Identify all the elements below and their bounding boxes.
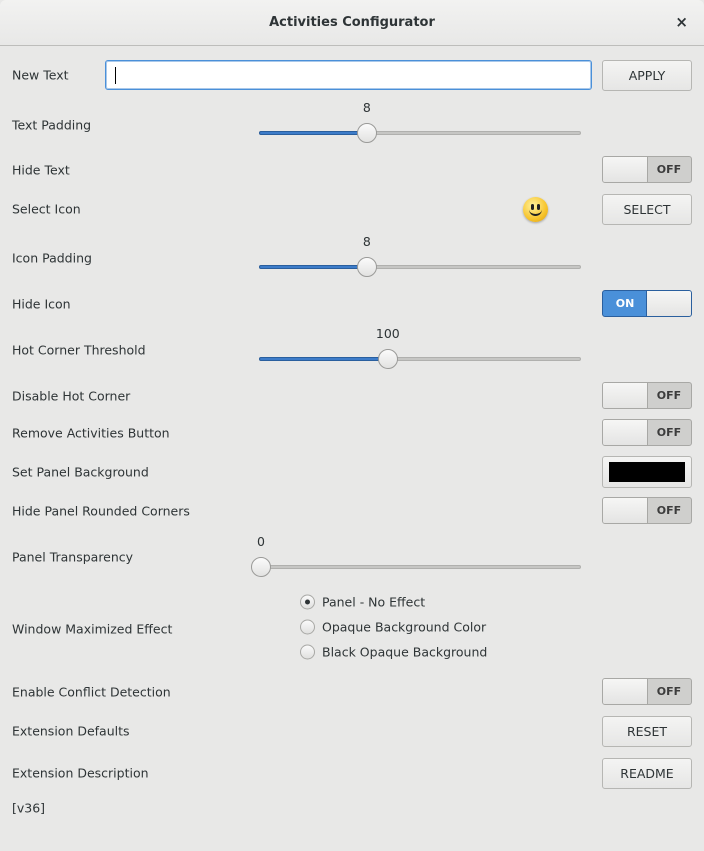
select-icon-button[interactable]: SELECT <box>602 194 692 225</box>
close-icon[interactable]: × <box>675 13 688 31</box>
hide-icon-label: Hide Icon <box>12 296 71 312</box>
radio-label: Opaque Background Color <box>322 619 487 635</box>
extension-defaults-label: Extension Defaults <box>12 723 130 739</box>
switch-knob <box>603 383 648 408</box>
icon-padding-slider[interactable]: 8 <box>259 234 581 277</box>
smiley-face-icon <box>523 197 548 222</box>
remove-activities-label: Remove Activities Button <box>12 425 170 441</box>
switch-knob <box>603 157 648 182</box>
hide-rounded-corners-switch[interactable]: OFF <box>602 497 692 524</box>
switch-state: ON <box>615 297 635 310</box>
radio-black-opaque-background[interactable]: Black Opaque Background <box>300 644 488 660</box>
icon-padding-label: Icon Padding <box>12 250 92 266</box>
hot-corner-threshold-slider[interactable]: 100 <box>259 326 581 369</box>
slider-fill <box>259 131 367 135</box>
hot-corner-threshold-label: Hot Corner Threshold <box>12 342 146 358</box>
slider-thumb[interactable] <box>356 257 377 277</box>
reset-button[interactable]: RESET <box>602 716 692 747</box>
radio-button[interactable] <box>300 594 315 610</box>
radio-button[interactable] <box>300 619 315 635</box>
panel-background-color-button[interactable] <box>602 456 692 488</box>
window-maximized-label: Window Maximized Effect <box>12 621 173 637</box>
panel-background-label: Set Panel Background <box>12 464 149 480</box>
disable-hot-corner-label: Disable Hot Corner <box>12 388 131 404</box>
switch-knob <box>646 291 691 316</box>
slider-fill <box>259 357 388 361</box>
select-icon-label: Select Icon <box>12 201 81 217</box>
switch-knob <box>603 498 648 523</box>
apply-button[interactable]: APPLY <box>602 60 692 91</box>
slider-value: 0 <box>257 534 265 549</box>
panel-transparency-label: Panel Transparency <box>12 549 134 565</box>
slider-value: 8 <box>362 234 371 249</box>
conflict-detection-switch[interactable]: OFF <box>602 678 692 705</box>
remove-activities-switch[interactable]: OFF <box>602 419 692 446</box>
slider-thumb[interactable] <box>377 349 398 369</box>
text-caret <box>115 67 116 84</box>
disable-hot-corner-switch[interactable]: OFF <box>602 382 692 409</box>
text-padding-label: Text Padding <box>12 117 92 133</box>
switch-knob <box>603 679 648 704</box>
hide-rounded-corners-label: Hide Panel Rounded Corners <box>12 503 190 519</box>
switch-state: OFF <box>656 685 682 698</box>
hide-icon-switch[interactable]: ON <box>602 290 692 317</box>
window-title: Activities Configurator <box>269 15 435 30</box>
panel-transparency-slider[interactable]: 0 <box>251 534 581 577</box>
radio-opaque-background-color[interactable]: Opaque Background Color <box>300 619 487 635</box>
slider-track <box>261 565 581 569</box>
radio-panel-no-effect[interactable]: Panel - No Effect <box>300 594 426 610</box>
conflict-detection-label: Enable Conflict Detection <box>12 684 171 700</box>
radio-button[interactable] <box>300 644 315 660</box>
readme-button[interactable]: README <box>602 758 692 789</box>
switch-state: OFF <box>656 426 682 439</box>
hide-text-label: Hide Text <box>12 162 70 178</box>
title-bar: Activities Configurator × <box>0 0 704 46</box>
extension-description-label: Extension Description <box>12 765 149 781</box>
switch-state: OFF <box>656 504 682 517</box>
switch-knob <box>603 420 648 445</box>
slider-fill <box>259 265 367 269</box>
version-label: [v36] <box>12 800 46 816</box>
slider-value: 100 <box>375 326 400 341</box>
radio-label: Black Opaque Background <box>322 644 488 660</box>
new-text-input[interactable] <box>105 60 592 90</box>
switch-state: OFF <box>656 163 682 176</box>
radio-label: Panel - No Effect <box>322 594 426 610</box>
slider-thumb[interactable] <box>251 557 271 577</box>
slider-value: 8 <box>362 100 371 115</box>
new-text-label: New Text <box>12 67 69 83</box>
slider-thumb[interactable] <box>356 123 377 143</box>
switch-state: OFF <box>656 389 682 402</box>
color-swatch <box>609 462 685 482</box>
hide-text-switch[interactable]: OFF <box>602 156 692 183</box>
text-padding-slider[interactable]: 8 <box>259 100 581 143</box>
